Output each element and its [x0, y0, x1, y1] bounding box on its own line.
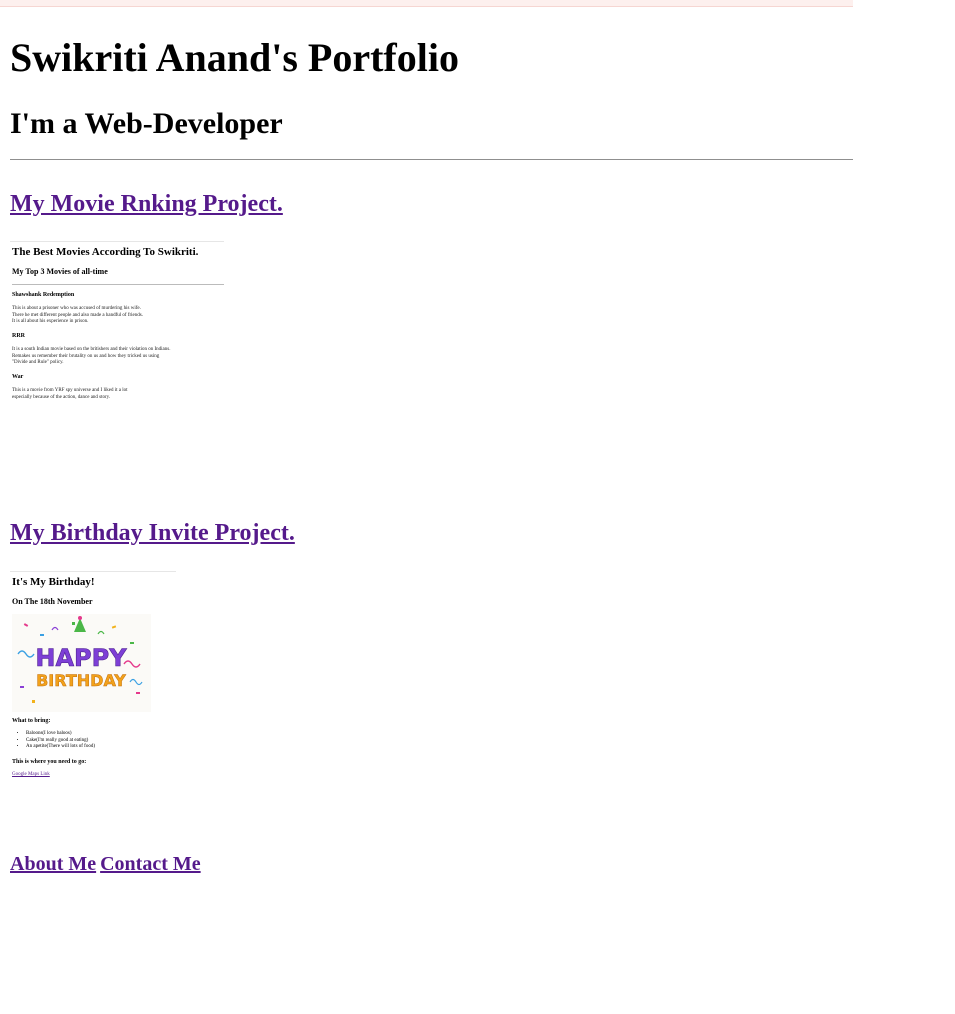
birthday-project-thumbnail[interactable]: It's My Birthday! On The 18th November H…	[10, 571, 176, 786]
bring-heading: What to bring:	[12, 718, 51, 724]
movie-line: "Divide and Rule" policy.	[12, 360, 64, 365]
movie-title: RRR	[12, 333, 25, 339]
google-maps-link[interactable]: Google Maps Link	[12, 772, 50, 777]
movie-line: especially because of the action, dance …	[12, 394, 111, 400]
bring-list: Baloons(I love baloos) Cake(I'm really g…	[18, 731, 95, 751]
happy-birthday-image: HAPPY BIRTHDAY	[12, 614, 151, 712]
image-birthday-text: BIRTHDAY	[36, 671, 126, 690]
movie-title: War	[12, 374, 24, 380]
movie-line: This is a movie from YRF spy universe an…	[12, 388, 128, 393]
top-bar	[0, 0, 853, 7]
movie-line: Remakes us remember their brutality on u…	[12, 353, 160, 359]
movie-title: Shawshank Redemption	[12, 292, 75, 298]
page-subtitle: I'm a Web-Developer	[10, 107, 283, 140]
movie-line: It is all about his experience in prison…	[12, 319, 89, 324]
movie-project-link[interactable]: My Movie Rnking Project.	[10, 190, 283, 218]
thumb-subheading: My Top 3 Movies of all-time	[12, 267, 108, 276]
birthday-project-link[interactable]: My Birthday Invite Project.	[10, 519, 295, 547]
about-me-link[interactable]: About Me	[10, 853, 96, 875]
image-happy-text: HAPPY	[35, 644, 127, 672]
thumb-heading: It's My Birthday!	[12, 576, 95, 588]
footer-links: About Me Contact Me	[10, 851, 201, 877]
thumb-heading: The Best Movies According To Swikriti.	[12, 246, 199, 258]
movie-line: There he met different people and also m…	[12, 312, 143, 318]
movie-line: This is about a prisoner who was accused…	[12, 306, 141, 311]
movie-line: It is a south Indian movie based on the …	[12, 347, 171, 352]
contact-me-link[interactable]: Contact Me	[100, 853, 201, 875]
page-title: Swikriti Anand's Portfolio	[10, 35, 459, 80]
movie-project-thumbnail[interactable]: The Best Movies According To Swikriti. M…	[10, 241, 224, 408]
location-heading: This is where you need to go:	[12, 759, 87, 765]
thumb-divider	[12, 284, 224, 285]
divider	[10, 159, 853, 160]
thumb-subheading: On The 18th November	[12, 597, 93, 606]
list-item: An apetite(There will lots of food)	[26, 744, 95, 751]
